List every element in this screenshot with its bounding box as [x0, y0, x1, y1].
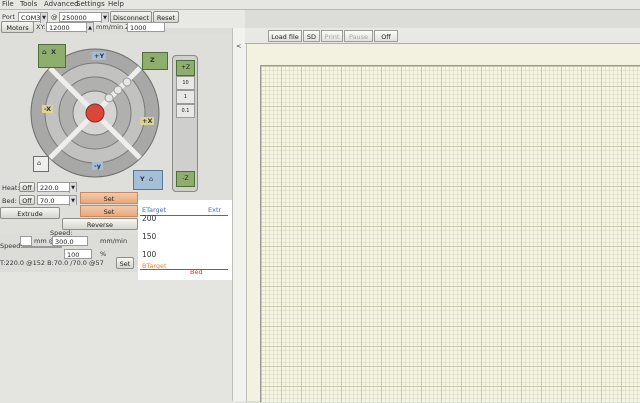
bed-set-button[interactable]: Set — [80, 205, 138, 217]
jog-plus-x-button[interactable]: +X — [140, 117, 155, 125]
print-speed-input[interactable]: 100 — [64, 249, 92, 259]
home-y-label: Y — [140, 175, 145, 183]
heat-off-button[interactable]: Off — [19, 182, 35, 192]
jog-minus-y-button[interactable]: -y — [92, 162, 103, 170]
heat-label: Heat: — [2, 184, 20, 192]
print-speed-slider[interactable] — [22, 246, 62, 248]
home-x-button[interactable]: ⌂ X — [38, 44, 66, 68]
jog-dot[interactable] — [104, 93, 114, 103]
baud-select[interactable]: 250000 ▼ — [59, 12, 109, 23]
home-icon: ⌂ — [149, 175, 154, 183]
extrude-speed-input[interactable]: 300.0 — [52, 236, 88, 246]
baud-at-label: @ — [51, 13, 58, 21]
print-speed-label: Speed: — [0, 242, 23, 250]
graph-ytick-100: 100 — [142, 250, 157, 259]
print-speed-set-button[interactable]: Set — [116, 257, 134, 269]
z-speed-value: 1000 — [130, 24, 147, 32]
jog-minus-z-button[interactable]: -Z — [176, 171, 195, 187]
panel-divider[interactable]: < — [232, 28, 247, 401]
home-icon: ⌂ — [37, 159, 42, 167]
temperature-graph: ETarget Extr 200 150 100 BTarget Bed — [138, 200, 232, 280]
port-label: Port — [2, 13, 15, 21]
speed-unit-label: mm/min — [100, 237, 128, 245]
heat-temp-value: 220.0 — [40, 184, 59, 192]
xy-speed-label: XY: — [36, 23, 46, 31]
baud-value: 250000 — [62, 14, 87, 22]
extrude-button[interactable]: Extrude — [0, 207, 60, 219]
xy-speed-value: 12000 — [49, 24, 70, 32]
collapse-icon[interactable]: < — [236, 42, 241, 50]
menu-settings[interactable]: Settings — [76, 0, 105, 8]
bed-temp-select[interactable]: 70.0 ▼ — [37, 195, 77, 206]
bed-off-button[interactable]: Off — [19, 195, 35, 205]
bed-temp-value: 70.0 — [40, 197, 55, 205]
home-y-button[interactable]: Y ⌂ — [133, 170, 163, 190]
print-speed-value: 100 — [67, 251, 80, 259]
legend-target-top: ETarget — [142, 206, 167, 214]
xy-speed-input[interactable]: 12000 ▲ — [46, 22, 94, 33]
heat-set-button[interactable]: Set — [80, 192, 138, 204]
jog-minus-x-button[interactable]: -X — [42, 105, 54, 113]
graph-ytick-200: 200 — [142, 214, 157, 223]
z-jog-column: +Z 10 1 0.1 -Z — [172, 55, 198, 192]
home-z-label: Z — [150, 56, 155, 64]
jog-dot[interactable] — [122, 77, 132, 87]
heat-temp-select[interactable]: 220.0 ▼ — [37, 182, 77, 193]
pause-button[interactable]: Pause — [344, 30, 373, 42]
chevron-down-icon: ▼ — [69, 196, 76, 206]
menu-advanced[interactable]: Advanced — [44, 0, 79, 8]
load-file-button[interactable]: Load file — [268, 30, 302, 42]
menu-tools[interactable]: Tools — [20, 0, 37, 8]
home-all-button[interactable]: ⌂ — [33, 156, 49, 172]
temperature-status: T:220.0 @152 B:70.0 /70.0 @57 — [0, 259, 104, 267]
chevron-down-icon: ▼ — [101, 13, 108, 23]
menu-file[interactable]: File — [2, 0, 14, 8]
home-x-label: X — [51, 48, 57, 56]
home-icon: ⌂ — [42, 48, 47, 56]
z-step-button[interactable]: 10 — [176, 76, 195, 90]
console-panel — [0, 272, 245, 403]
legend-extr: Extr — [208, 206, 222, 214]
graph-ytick-150: 150 — [142, 232, 157, 241]
stepper-icon: ▲ — [86, 23, 93, 33]
print-toolbar: Load file SD Print Pause Off — [245, 28, 640, 44]
legend-target-bottom: BTarget — [142, 262, 167, 270]
z-step-button[interactable]: 1 — [176, 90, 195, 104]
motors-off-button[interactable]: Motors off — [1, 21, 34, 44]
percent-unit-label: % — [100, 250, 107, 258]
stop-icon[interactable] — [85, 103, 105, 123]
legend-bed: Bed — [190, 268, 203, 276]
extrude-speed-value: 300.0 — [55, 238, 74, 246]
jog-dot[interactable] — [113, 85, 123, 95]
bed-label: Bed: — [2, 197, 17, 205]
build-plate-grid[interactable] — [260, 65, 640, 402]
home-z-button[interactable]: Z — [142, 52, 168, 70]
reverse-button[interactable]: Reverse — [62, 218, 138, 230]
z-speed-input[interactable]: 1000 — [127, 22, 165, 32]
chevron-down-icon: ▼ — [69, 183, 76, 193]
sd-button[interactable]: SD — [303, 30, 320, 42]
print-button[interactable]: Print — [321, 30, 343, 42]
jog-plus-z-button[interactable]: +Z — [176, 60, 195, 76]
menu-help[interactable]: Help — [108, 0, 124, 8]
z-step-button[interactable]: 0.1 — [176, 104, 195, 118]
off-button[interactable]: Off — [374, 30, 398, 42]
menu-bar: File Tools Advanced Settings Help — [0, 0, 640, 10]
jog-plus-y-button[interactable]: +Y — [92, 52, 107, 60]
